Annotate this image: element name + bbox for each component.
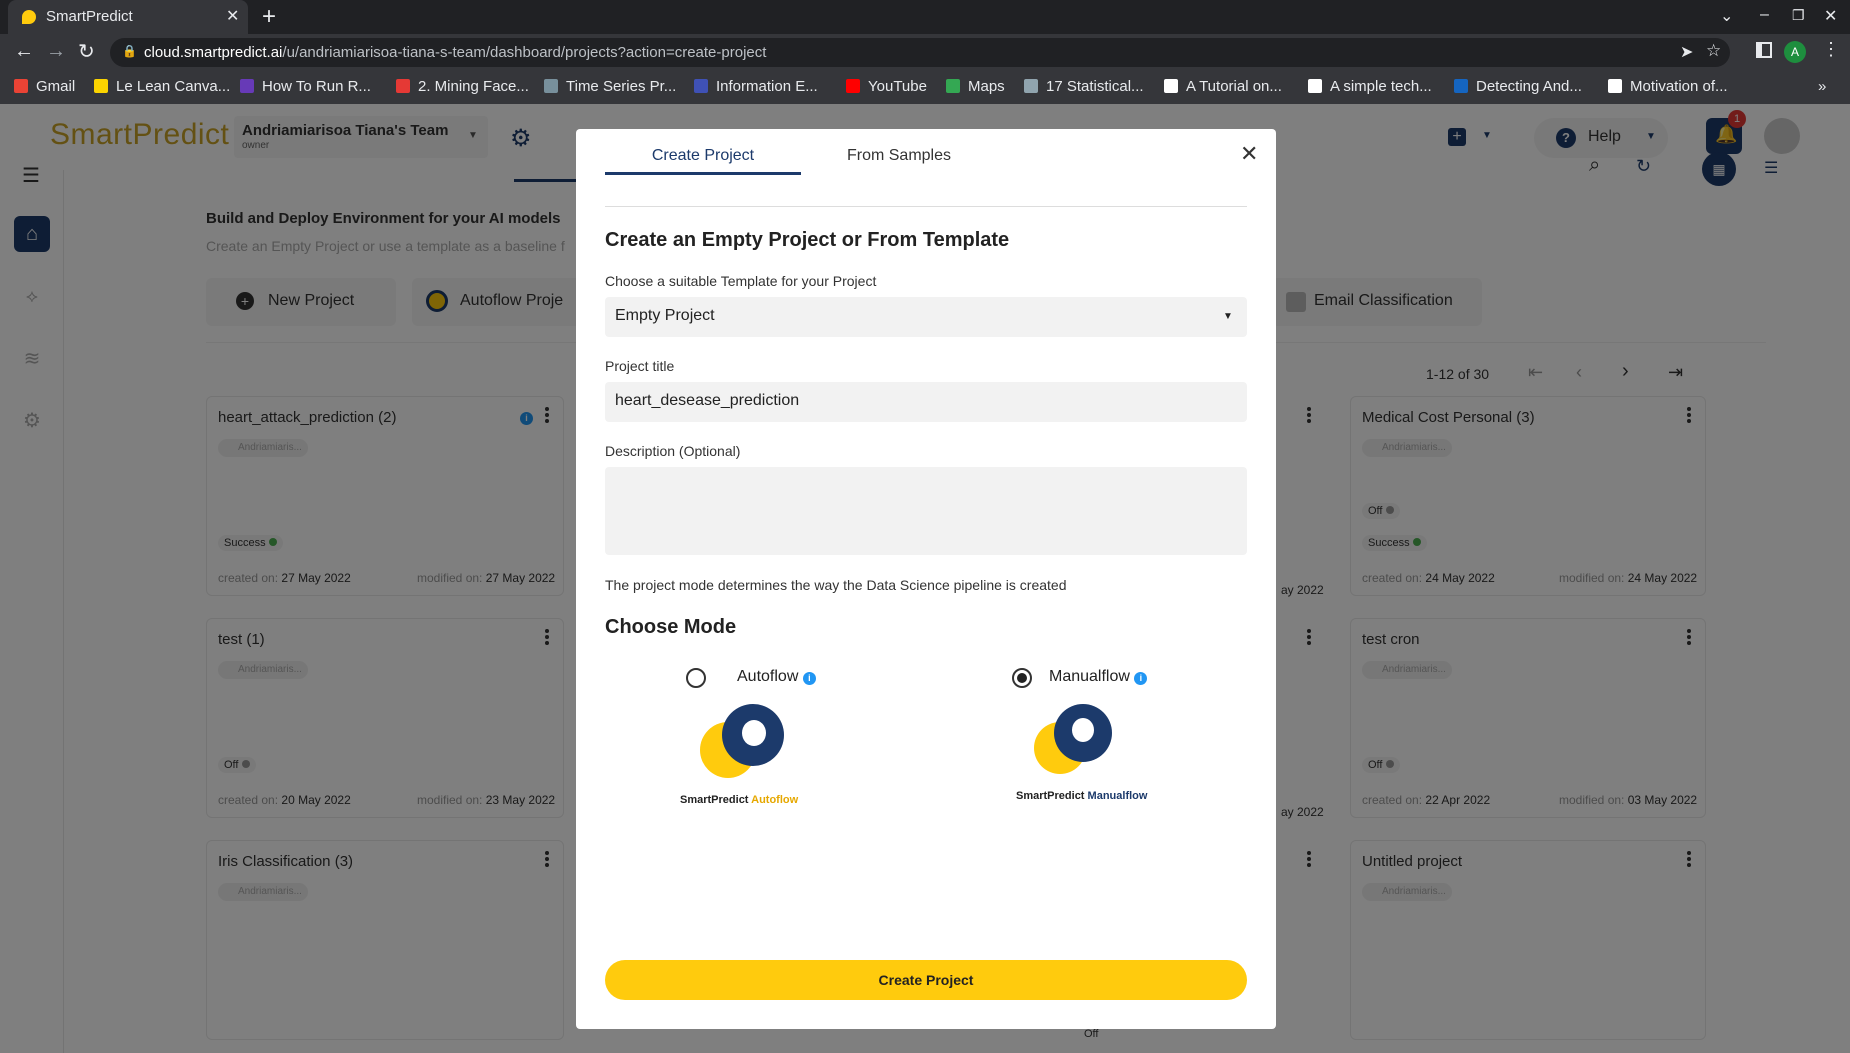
url-path: /u/andriamiarisoa-tiana-s-team/dashboard… bbox=[282, 44, 767, 61]
bookmark-label: How To Run R... bbox=[262, 78, 371, 95]
tab-from-samples[interactable]: From Samples bbox=[801, 147, 997, 175]
bookmark-item[interactable]: Information E... bbox=[694, 78, 818, 95]
bookmark-favicon-icon bbox=[1454, 79, 1468, 93]
reload-icon[interactable]: ↻ bbox=[78, 39, 95, 64]
bookmark-item[interactable]: How To Run R... bbox=[240, 78, 371, 95]
bookmark-item[interactable]: Gmail bbox=[14, 78, 75, 95]
bookmark-label: Maps bbox=[968, 78, 1005, 95]
browser-tab-bar: SmartPredict ✕ + ⌄ – ❐ ✕ bbox=[0, 0, 1850, 34]
template-label: Choose a suitable Template for your Proj… bbox=[605, 273, 877, 289]
maximize-icon[interactable]: ❐ bbox=[1792, 7, 1805, 24]
menu-icon[interactable]: ⋮ bbox=[1822, 39, 1840, 60]
bookmark-label: 2. Mining Face... bbox=[418, 78, 529, 95]
bookmark-item[interactable]: Time Series Pr... bbox=[544, 78, 676, 95]
more-bookmarks-icon[interactable]: » bbox=[1818, 78, 1826, 95]
create-project-button[interactable]: Create Project bbox=[605, 960, 1247, 1000]
autoflow-logo-text: SmartPredict Autoflow bbox=[680, 794, 799, 806]
mode-option-autoflow[interactable]: Autoflow i SmartPredict Autoflow bbox=[676, 664, 876, 834]
bookmark-label: YouTube bbox=[868, 78, 927, 95]
bookmark-favicon-icon bbox=[694, 79, 708, 93]
new-tab-icon[interactable]: + bbox=[262, 3, 276, 31]
bookmark-label: Motivation of... bbox=[1630, 78, 1728, 95]
bookmark-label: Information E... bbox=[716, 78, 818, 95]
bookmark-favicon-icon bbox=[1608, 79, 1622, 93]
autoflow-radio[interactable] bbox=[686, 668, 706, 688]
bookmark-favicon-icon bbox=[396, 79, 410, 93]
dialog-title: Create an Empty Project or From Template bbox=[605, 229, 1010, 251]
autoflow-logo-icon bbox=[696, 700, 786, 790]
project-title-label: Project title bbox=[605, 358, 675, 374]
bookmark-label: A Tutorial on... bbox=[1186, 78, 1282, 95]
bookmark-item[interactable]: 2. Mining Face... bbox=[396, 78, 529, 95]
bookmark-item[interactable]: Maps bbox=[946, 78, 1005, 95]
browser-tab[interactable]: SmartPredict ✕ bbox=[8, 0, 248, 34]
tab-divider bbox=[605, 206, 1247, 207]
bookmark-item[interactable]: A Tutorial on... bbox=[1164, 78, 1282, 95]
mode-option-manualflow[interactable]: Manualflow i SmartPredict Manualflow bbox=[1012, 664, 1212, 834]
bookmark-item[interactable]: Detecting And... bbox=[1454, 78, 1582, 95]
manualflow-label: Manualflow i bbox=[1049, 668, 1148, 686]
tab-title: SmartPredict bbox=[46, 8, 133, 25]
back-icon[interactable]: ← bbox=[14, 40, 34, 63]
info-icon[interactable]: i bbox=[1134, 672, 1148, 685]
template-select[interactable]: Empty Project ▼ bbox=[605, 297, 1247, 337]
bookmarks-bar: Gmail Le Lean Canva... How To Run R... 2. M… bbox=[0, 71, 1850, 104]
bookmark-favicon-icon bbox=[946, 79, 960, 93]
forward-icon[interactable]: → bbox=[46, 40, 66, 63]
url-domain: cloud.smartpredict.ai bbox=[144, 44, 283, 61]
bookmark-label: A simple tech... bbox=[1330, 78, 1432, 95]
lock-icon: 🔒 bbox=[122, 44, 137, 58]
bookmark-item[interactable]: 17 Statistical... bbox=[1024, 78, 1144, 95]
address-bar-row: ← → ↻ 🔒 cloud.smartpredict.ai/u/andriami… bbox=[0, 34, 1850, 71]
bookmark-label: Le Lean Canva... bbox=[116, 78, 231, 95]
tab-close-icon[interactable]: ✕ bbox=[226, 6, 239, 26]
info-icon[interactable]: i bbox=[802, 672, 816, 685]
send-icon[interactable]: ➤ bbox=[1680, 42, 1693, 62]
bookmark-favicon-icon bbox=[240, 79, 254, 93]
bookmark-favicon-icon bbox=[1024, 79, 1038, 93]
favicon-icon bbox=[22, 10, 36, 24]
tab-create-project[interactable]: Create Project bbox=[605, 147, 801, 175]
autoflow-label: Autoflow i bbox=[737, 668, 816, 686]
bookmark-item[interactable]: A simple tech... bbox=[1308, 78, 1432, 95]
bookmark-favicon-icon bbox=[94, 79, 108, 93]
mode-note: The project mode determines the way the … bbox=[605, 577, 1067, 593]
side-panel-icon[interactable] bbox=[1756, 42, 1772, 58]
bookmark-item[interactable]: Motivation of... bbox=[1608, 78, 1728, 95]
bookmark-favicon-icon bbox=[1308, 79, 1322, 93]
manualflow-logo-text: SmartPredict Manualflow bbox=[1016, 790, 1148, 802]
tab-search-icon[interactable]: ⌄ bbox=[1720, 6, 1733, 26]
bookmark-label: 17 Statistical... bbox=[1046, 78, 1144, 95]
window-close-icon[interactable]: ✕ bbox=[1824, 6, 1837, 26]
bookmark-item[interactable]: YouTube bbox=[846, 78, 927, 95]
bookmark-favicon-icon bbox=[544, 79, 558, 93]
bookmark-star-icon[interactable]: ☆ bbox=[1706, 41, 1721, 61]
description-textarea[interactable] bbox=[605, 467, 1247, 555]
bookmark-label: Time Series Pr... bbox=[566, 78, 677, 95]
create-project-dialog: ✕ Create Project From Samples Create an … bbox=[576, 129, 1276, 1029]
bookmark-label: Gmail bbox=[36, 78, 76, 95]
manualflow-radio[interactable] bbox=[1012, 668, 1032, 688]
project-title-input[interactable]: heart_desease_prediction bbox=[605, 382, 1247, 422]
bookmark-favicon-icon bbox=[846, 79, 860, 93]
url-field[interactable]: 🔒 cloud.smartpredict.ai/u/andriamiarisoa… bbox=[110, 38, 1730, 67]
close-icon[interactable]: ✕ bbox=[1240, 141, 1258, 167]
manualflow-logo-icon bbox=[1030, 700, 1120, 790]
caret-down-icon: ▼ bbox=[1223, 311, 1233, 322]
bookmark-favicon-icon bbox=[1164, 79, 1178, 93]
profile-avatar[interactable]: A bbox=[1784, 41, 1806, 63]
bookmark-favicon-icon bbox=[14, 79, 28, 93]
mode-heading: Choose Mode bbox=[605, 616, 737, 638]
bookmark-item[interactable]: Le Lean Canva... bbox=[94, 78, 230, 95]
description-label: Description (Optional) bbox=[605, 443, 741, 459]
bookmark-label: Detecting And... bbox=[1476, 78, 1582, 95]
minimize-icon[interactable]: – bbox=[1760, 6, 1769, 24]
